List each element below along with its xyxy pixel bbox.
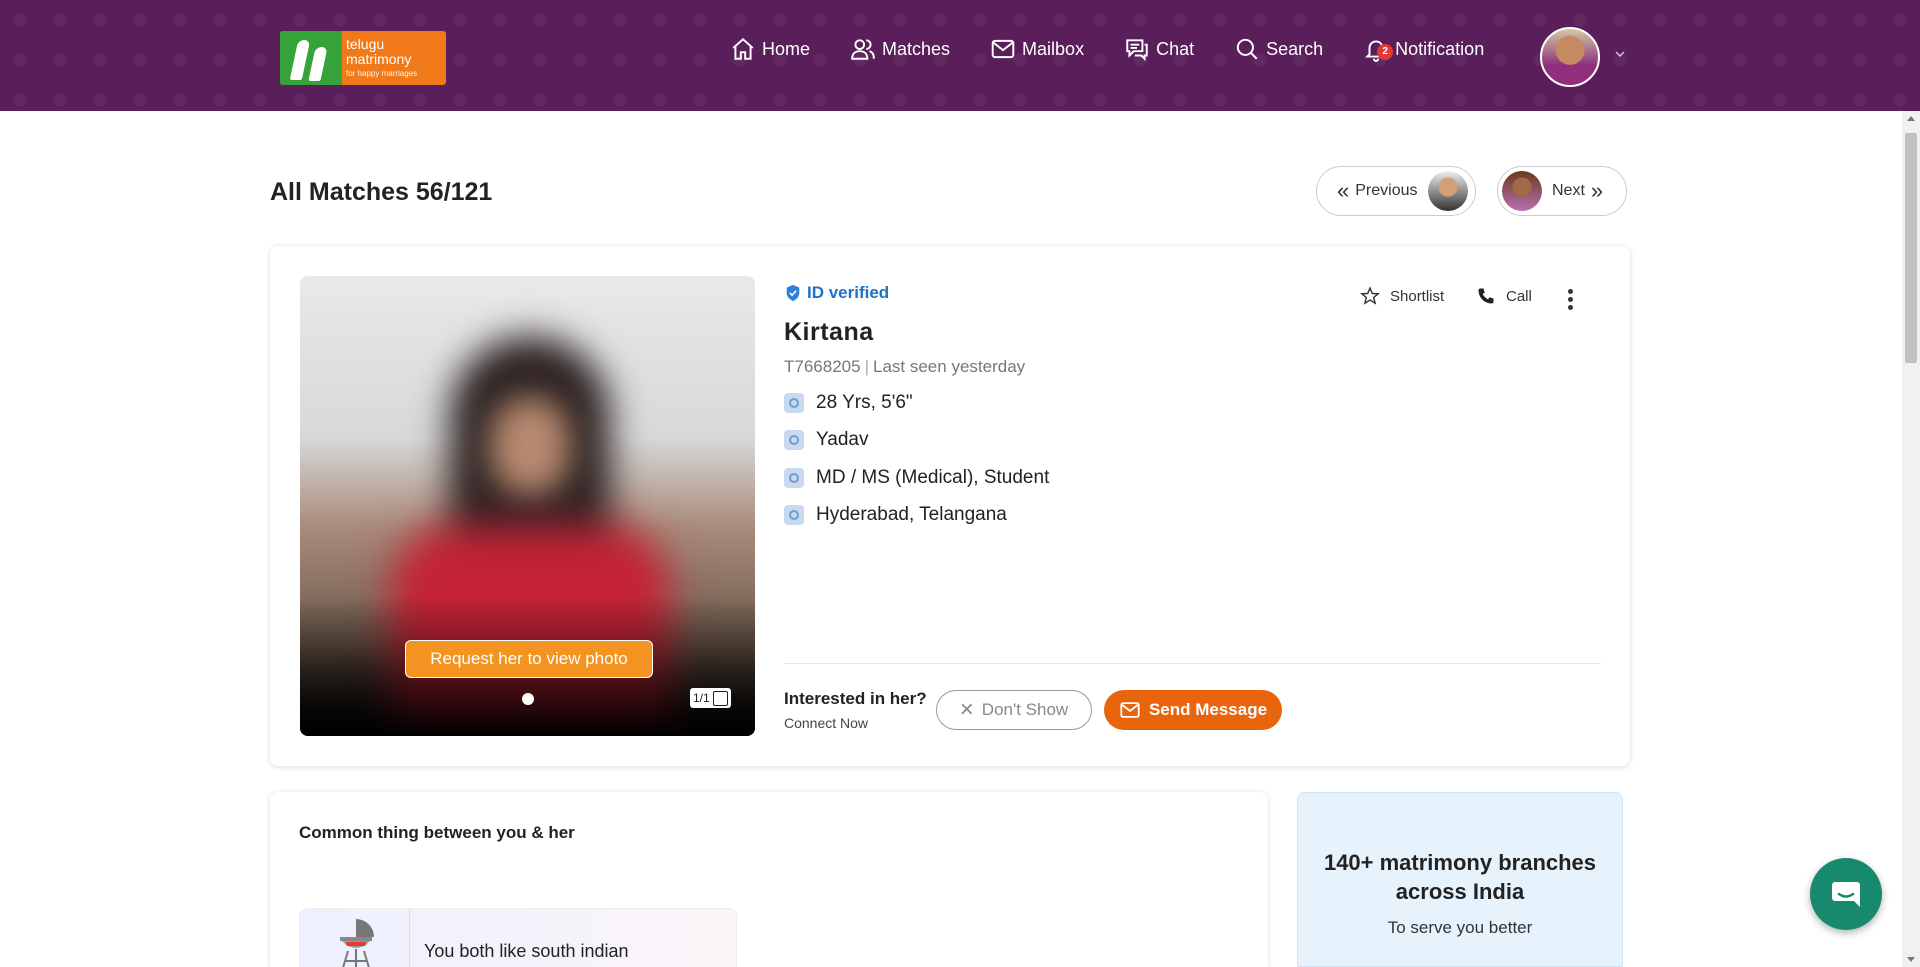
chat-icon: [1126, 39, 1148, 62]
notification-count-badge: 2: [1377, 44, 1394, 60]
profile-id-line: T7668205 | Last seen yesterday: [784, 357, 1026, 376]
nav-mailbox[interactable]: Mailbox: [990, 36, 1084, 62]
branches-heading: 140+ matrimony branches across India: [1323, 850, 1597, 904]
nav-notification-label: Notification: [1395, 38, 1485, 59]
request-photo-button[interactable]: Request her to view photo: [405, 640, 653, 678]
send-message-label: Send Message: [1148, 700, 1268, 719]
close-icon: ×: [959, 696, 974, 723]
common-item-text: You both like south indian: [424, 941, 629, 961]
chevron-down-icon[interactable]: [1614, 48, 1626, 60]
nav-notification[interactable]: 2 Notification: [1363, 36, 1484, 62]
nav-home-label: Home: [762, 38, 811, 59]
previous-label: Previous: [1355, 182, 1418, 199]
page-scrollbar[interactable]: [1902, 111, 1920, 967]
users-icon: [851, 39, 875, 60]
user-avatar[interactable]: [1540, 27, 1600, 87]
nav-home[interactable]: Home: [730, 36, 810, 62]
age-icon: [784, 393, 804, 413]
star-icon: [1360, 286, 1380, 305]
common-item-icon-box: [300, 909, 410, 967]
nav-mailbox-label: Mailbox: [1022, 38, 1085, 59]
scroll-up-arrow-icon[interactable]: [1907, 116, 1915, 121]
common-things-card: Common thing between you & her You both …: [270, 792, 1268, 967]
page-title: All Matches 56/121: [270, 178, 493, 206]
attr-community-text: Yadav: [816, 429, 869, 450]
shortlist-label: Shortlist: [1390, 287, 1445, 305]
scroll-down-arrow-icon[interactable]: [1907, 957, 1915, 962]
previous-profile-button[interactable]: « Previous: [1316, 166, 1476, 216]
double-chevron-right-icon: »: [1590, 178, 1604, 203]
next-profile-button[interactable]: Next »: [1497, 166, 1627, 216]
common-things-title: Common thing between you & her: [299, 823, 575, 842]
attr-education-text: MD / MS (Medical), Student: [816, 467, 1050, 488]
photo-counter[interactable]: 1/1: [690, 688, 731, 708]
shortlist-button[interactable]: Shortlist: [1360, 286, 1444, 306]
mail-icon: [991, 39, 1015, 59]
photo-counter-text: 1/1: [693, 691, 710, 705]
nav-search-label: Search: [1266, 38, 1324, 59]
last-seen: Last seen yesterday: [873, 357, 1026, 376]
interest-subtext: Connect Now: [784, 715, 869, 731]
nav-matches[interactable]: Matches: [850, 36, 950, 62]
dont-show-label: Don't Show: [981, 700, 1069, 719]
chat-bubble-icon: [1832, 882, 1860, 907]
send-message-button[interactable]: Send Message: [1104, 690, 1282, 730]
interest-prompt: Interested in her? Connect Now: [784, 689, 927, 731]
profile-card: Request her to view photo 1/1 ID verifie…: [270, 246, 1630, 766]
branches-promo-card[interactable]: 140+ matrimony branches across India To …: [1297, 792, 1623, 967]
previous-profile-thumbnail: [1427, 171, 1468, 211]
phone-icon: [1478, 288, 1494, 304]
attr-community: Yadav: [784, 429, 868, 451]
profile-id: T7668205: [784, 357, 861, 376]
telugu-matrimony-logo[interactable]: telugu matrimony for happy marriages: [280, 31, 446, 85]
scroll-thumb[interactable]: [1905, 133, 1917, 363]
logo-line2: matrimony: [346, 51, 412, 68]
barbecue-grill-icon: [340, 919, 374, 967]
call-label: Call: [1506, 287, 1532, 305]
verified-shield-icon: [786, 284, 800, 302]
attr-age-height: 28 Yrs, 5'6": [784, 392, 913, 414]
mail-icon: [1120, 702, 1140, 718]
attr-age-height-text: 28 Yrs, 5'6": [816, 392, 913, 413]
common-interest-item: You both like south indian: [299, 908, 737, 967]
nav-chat[interactable]: Chat: [1124, 36, 1194, 62]
profile-name: Kirtana: [784, 318, 874, 346]
top-navigation-bar: telugu matrimony for happy marriages Hom…: [0, 0, 1920, 111]
nav-matches-label: Matches: [882, 38, 951, 59]
dont-show-button[interactable]: × Don't Show: [936, 690, 1092, 730]
next-label: Next: [1552, 182, 1585, 199]
attr-location-text: Hyderabad, Telangana: [816, 504, 1007, 525]
next-profile-thumbnail: [1502, 171, 1542, 211]
chat-support-button[interactable]: [1810, 858, 1882, 930]
logo-text: telugu matrimony for happy marriages: [346, 36, 418, 79]
home-icon: [732, 37, 754, 60]
double-chevron-left-icon: «: [1337, 178, 1350, 203]
search-icon: [1236, 38, 1258, 60]
main-nav: Home Matches Mailbox Chat Search 2 Notif…: [730, 36, 1524, 62]
education-icon: [784, 468, 804, 488]
attr-location: Hyderabad, Telangana: [784, 504, 1007, 526]
profile-photo[interactable]: Request her to view photo 1/1: [300, 276, 755, 736]
card-divider: [784, 663, 1601, 664]
id-verified-badge: ID verified: [784, 283, 889, 303]
branches-subtext: To serve you better: [1387, 918, 1533, 938]
logo-tagline: for happy marriages: [346, 68, 418, 78]
more-options-icon[interactable]: [1568, 289, 1574, 311]
nav-search[interactable]: Search: [1234, 36, 1323, 62]
interest-question: Interested in her?: [784, 689, 927, 708]
community-icon: [784, 430, 804, 450]
gallery-expand-icon: [712, 690, 728, 706]
location-icon: [784, 505, 804, 525]
logo-line1: telugu: [346, 36, 385, 52]
photo-carousel-dot[interactable]: [522, 693, 534, 705]
nav-chat-label: Chat: [1156, 38, 1195, 59]
verified-label: ID verified: [807, 283, 890, 302]
logo-mark-icon: [280, 31, 342, 85]
call-button[interactable]: Call: [1476, 286, 1532, 306]
attr-education: MD / MS (Medical), Student: [784, 467, 1049, 489]
